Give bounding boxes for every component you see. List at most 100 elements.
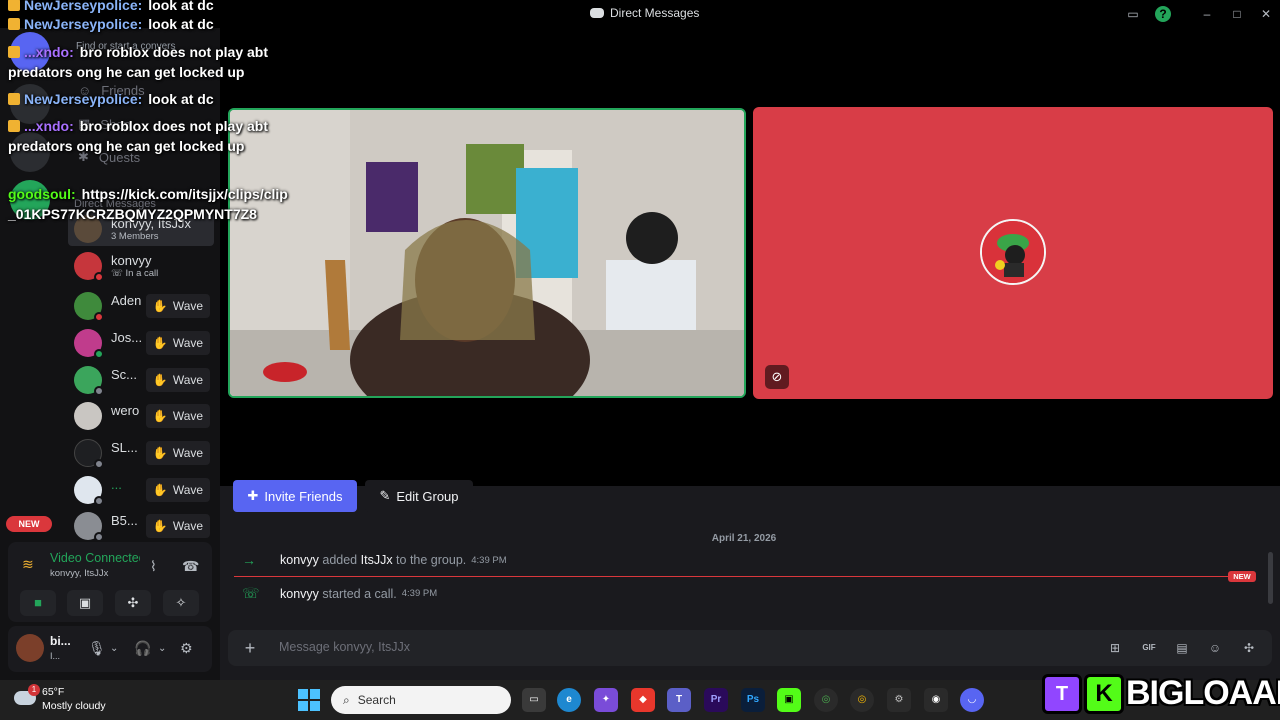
status-dot <box>94 272 104 282</box>
chat-line: predators ong he can get locked up <box>8 64 245 80</box>
message-input[interactable]: Message konvyy, ItsJJx <box>279 640 410 654</box>
wave-button[interactable]: ✋ Wave <box>146 478 210 502</box>
emoji-icon[interactable]: ☺ <box>1206 639 1224 657</box>
window-title: Direct Messages <box>590 6 699 20</box>
weather-widget[interactable]: 1 65°F Mostly cloudy <box>14 684 144 715</box>
in-call-status: ☏ In a call <box>111 268 159 279</box>
wave-button[interactable]: ✋ Wave <box>146 404 210 428</box>
camera-off-icon: ⊘ <box>765 365 789 389</box>
voice-panel: ≋ Video Connected konvyy, ItsJJx ⌇ ☎ ■ ▣… <box>8 542 212 622</box>
signal-icon[interactable]: ≋ <box>22 556 34 573</box>
chevron-down-icon[interactable]: ⌄ <box>158 643 166 654</box>
avatar <box>980 219 1046 285</box>
pencil-icon: ✎ <box>379 488 391 503</box>
settings-icon[interactable]: ⚙ <box>887 688 911 712</box>
chat-line: predators ong he can get locked up <box>8 138 245 154</box>
dm-item[interactable]: Sc... ✋ Wave <box>68 363 214 397</box>
discord-icon[interactable]: ◡ <box>960 688 984 712</box>
app-icon[interactable]: ◆ <box>631 688 655 712</box>
settings-icon[interactable]: ⚙ <box>180 640 193 657</box>
edge-icon[interactable]: e <box>557 688 581 712</box>
wave-hand-icon: ✋ <box>152 336 168 350</box>
help-icon[interactable]: ? <box>1155 6 1171 22</box>
chrome-icon[interactable]: ◎ <box>850 688 874 712</box>
copilot-icon[interactable]: ✦ <box>594 688 618 712</box>
dm-item[interactable]: B5... ✋ Wave <box>68 509 214 543</box>
status-dot <box>94 532 104 542</box>
wave-button[interactable]: ✋ Wave <box>146 514 210 538</box>
chat-line: NewJerseypolice: look at dc <box>8 0 214 15</box>
dm-item[interactable]: wero ✋ Wave <box>68 399 214 433</box>
apps-icon[interactable]: ✣ <box>1240 639 1258 657</box>
wave-button[interactable]: ✋ Wave <box>146 368 210 392</box>
activities-button[interactable]: ✣ <box>115 590 151 616</box>
wave-hand-icon: ✋ <box>152 519 168 533</box>
add-user-icon: ✚ <box>247 488 259 503</box>
stream-brand: T K BIGLOAAF <box>1040 668 1280 720</box>
status-dot <box>94 386 104 396</box>
video-tile-camera[interactable] <box>228 108 746 398</box>
maximize-button[interactable]: □ <box>1229 6 1245 22</box>
scrollbar[interactable] <box>1268 552 1273 604</box>
disconnect-icon[interactable]: ☎ <box>182 558 199 575</box>
status-dot <box>94 459 104 469</box>
camera-icon: ■ <box>34 595 42 610</box>
chat-line: goodsoul: https://kick.com/itsjjx/clips/c… <box>8 186 288 202</box>
noise-suppression-icon[interactable]: ⌇ <box>150 558 157 575</box>
dm-item[interactable]: Aden ✋ Wave <box>68 289 214 323</box>
premiere-icon[interactable]: Pr <box>704 688 728 712</box>
chevron-down-icon[interactable]: ⌄ <box>110 643 118 654</box>
wave-button[interactable]: ✋ Wave <box>146 294 210 318</box>
start-button[interactable] <box>298 689 320 711</box>
headphones-icon[interactable]: 🎧 <box>134 640 151 657</box>
search-icon: ⌕ <box>343 692 350 707</box>
marvin-avatar-icon <box>982 221 1044 283</box>
screen-share-button[interactable]: ▣ <box>67 590 103 616</box>
obs-icon[interactable]: ◉ <box>924 688 948 712</box>
camera-button[interactable]: ■ <box>20 590 56 616</box>
message-composer[interactable]: + Message konvyy, ItsJJx ⊞ GIF ▤ ☺ ✣ <box>228 630 1272 666</box>
dm-item[interactable]: SL... ✋ Wave <box>68 436 214 470</box>
gif-icon[interactable]: GIF <box>1140 639 1158 657</box>
close-button[interactable]: ✕ <box>1258 6 1274 22</box>
discord-icon <box>590 8 604 18</box>
badge-icon <box>8 93 20 105</box>
avatar[interactable] <box>16 634 44 662</box>
call-stage: ⊘ <box>220 28 1280 486</box>
new-unreads-pill[interactable]: NEW <box>6 516 52 532</box>
dm-item[interactable]: Jos... ✋ Wave <box>68 326 214 360</box>
date-separator: April 21, 2026 <box>711 533 777 544</box>
chrome-icon[interactable]: ◎ <box>814 688 838 712</box>
inbox-icon[interactable]: ▭ <box>1125 6 1141 22</box>
teams-icon[interactable]: T <box>667 688 691 712</box>
minimize-button[interactable]: – <box>1199 6 1215 22</box>
status-dot <box>94 496 104 506</box>
wave-button[interactable]: ✋ Wave <box>146 331 210 355</box>
dm-item-konvyy[interactable]: konvyy ☏ In a call <box>68 249 214 283</box>
badge-icon <box>8 46 20 58</box>
new-messages-divider <box>234 576 1252 577</box>
task-view-icon[interactable]: ▭ <box>522 688 546 712</box>
dm-item[interactable]: ... ✋ Wave <box>68 473 214 507</box>
soundboard-button[interactable]: ✧ <box>163 590 199 616</box>
sticker-icon[interactable]: ▤ <box>1173 639 1191 657</box>
chat-line: _01KPS77KCRZBQMYZ2QPMYNT7Z8 <box>8 206 257 222</box>
new-messages-tag: NEW <box>1228 571 1256 582</box>
plus-icon[interactable]: + <box>240 638 260 658</box>
gift-icon[interactable]: ⊞ <box>1106 639 1124 657</box>
invite-friends-button[interactable]: ✚ Invite Friends <box>233 480 357 512</box>
soundboard-icon: ✧ <box>175 595 187 610</box>
microphone-icon[interactable]: 🎙 <box>88 640 106 657</box>
video-tile-avatar[interactable]: ⊘ <box>753 107 1273 399</box>
chat-line: ...xndo: bro roblox does not play abt <box>8 42 268 62</box>
user-panel: bi... I... 🎙 ⌄ 🎧 ⌄ ⚙ <box>8 626 212 672</box>
wave-button[interactable]: ✋ Wave <box>146 441 210 465</box>
brand-name: BIGLOAAF <box>1126 674 1280 712</box>
edit-group-button[interactable]: ✎ Edit Group <box>365 480 473 512</box>
taskbar-search[interactable]: ⌕ Search <box>331 686 511 714</box>
status-dot <box>94 312 104 322</box>
badge-icon <box>8 120 20 132</box>
status-dot <box>94 349 104 359</box>
kick-icon[interactable]: ▣ <box>777 688 801 712</box>
photoshop-icon[interactable]: Ps <box>741 688 765 712</box>
